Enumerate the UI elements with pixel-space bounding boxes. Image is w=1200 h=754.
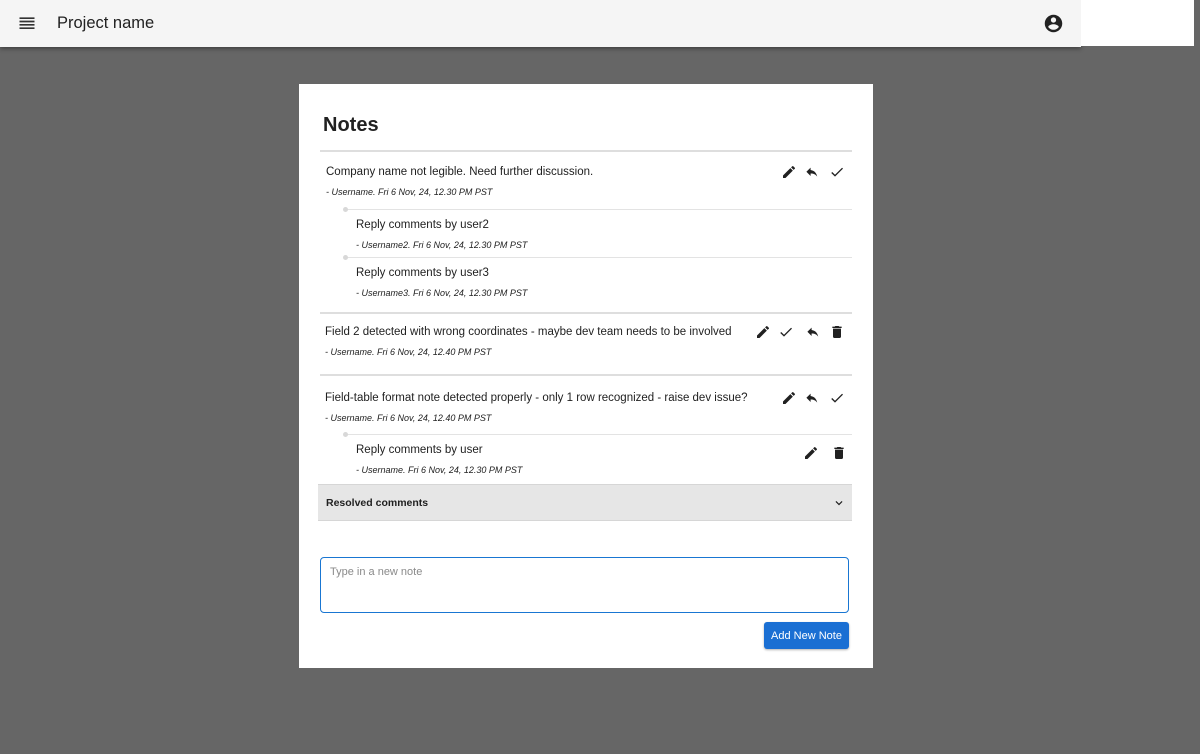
note-text: Company name not legible. Need further d…: [326, 166, 594, 178]
reply-text: Reply comments by user: [356, 444, 483, 456]
note-item: Company name not legible. Need further d…: [320, 150, 852, 312]
note-item: Field-table format note detected properl…: [320, 374, 852, 484]
notes-title: Notes: [323, 114, 379, 136]
app-bar: Project name: [0, 0, 1081, 47]
app-title: Project name: [57, 14, 155, 32]
reply-meta: - Username. Fri 6 Nov, 24, 12.30 PM PST: [356, 465, 523, 475]
add-new-note-button[interactable]: Add New Note: [764, 622, 849, 649]
reply-text: Reply comments by user2: [356, 219, 489, 231]
note-item: Field 2 detected with wrong coordinates …: [320, 312, 852, 374]
delete-icon[interactable]: [831, 445, 847, 461]
resolved-comments-label: Resolved comments: [326, 497, 429, 509]
note-text: Field-table format note detected properl…: [325, 392, 748, 404]
window-edge: [1081, 0, 1194, 46]
check-icon[interactable]: [829, 164, 845, 180]
menu-icon[interactable]: [17, 14, 37, 34]
reply-meta: - Username3. Fri 6 Nov, 24, 12.30 PM PST: [356, 288, 528, 298]
account-circle-icon[interactable]: [1043, 13, 1064, 34]
check-icon[interactable]: [829, 390, 845, 406]
resolved-comments-accordion[interactable]: Resolved comments: [318, 484, 852, 521]
edit-icon[interactable]: [781, 164, 797, 180]
reply-icon[interactable]: [804, 390, 820, 406]
reply-icon[interactable]: [805, 324, 821, 340]
edit-icon[interactable]: [755, 324, 771, 340]
reply-item: Reply comments by user - Username. Fri 6…: [343, 432, 852, 486]
reply-meta: - Username2. Fri 6 Nov, 24, 12.30 PM PST: [356, 240, 528, 250]
edit-icon[interactable]: [781, 390, 797, 406]
note-meta: - Username. Fri 6 Nov, 24, 12.30 PM PST: [326, 187, 493, 197]
note-meta: - Username. Fri 6 Nov, 24, 12.40 PM PST: [325, 347, 492, 357]
notes-list: Company name not legible. Need further d…: [318, 150, 852, 521]
reply-item: Reply comments by user3 - Username3. Fri…: [343, 255, 852, 305]
chevron-down-icon: [832, 496, 846, 510]
reply-text: Reply comments by user3: [356, 267, 489, 279]
check-icon[interactable]: [778, 324, 794, 340]
note-meta: - Username. Fri 6 Nov, 24, 12.40 PM PST: [325, 413, 492, 423]
reply-item: Reply comments by user2 - Username2. Fri…: [343, 207, 852, 257]
note-text: Field 2 detected with wrong coordinates …: [325, 326, 732, 338]
reply-icon[interactable]: [804, 164, 820, 180]
edit-icon[interactable]: [803, 445, 819, 461]
new-note-input[interactable]: [320, 557, 849, 613]
notes-panel: Notes Company name not legible. Need fur…: [299, 84, 873, 668]
delete-icon[interactable]: [829, 324, 845, 340]
